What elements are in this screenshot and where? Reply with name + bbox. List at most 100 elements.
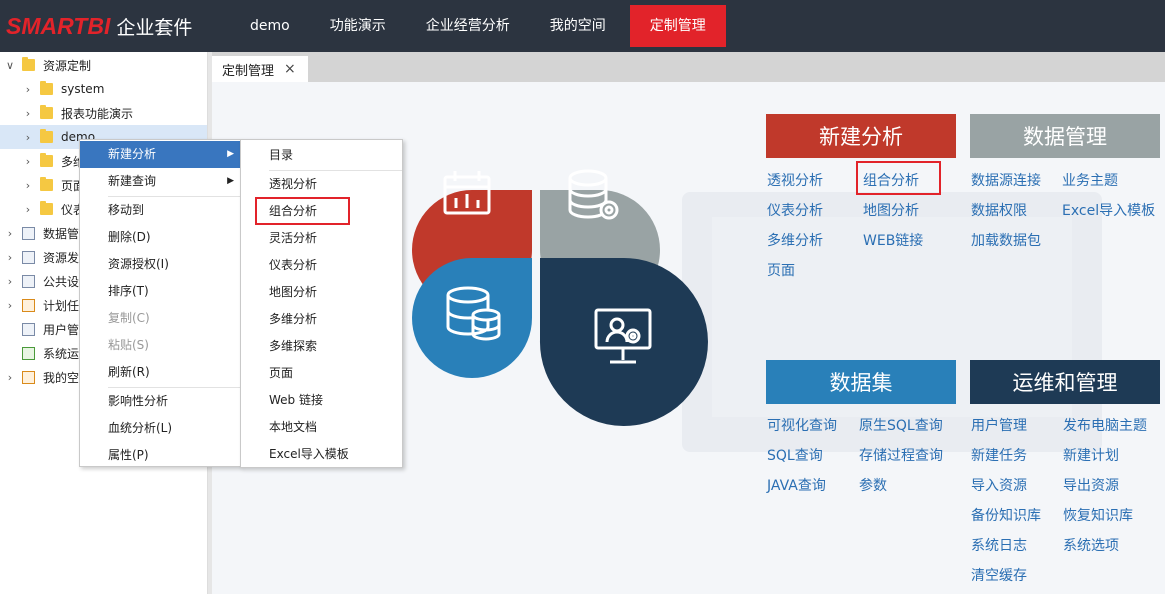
nav-custom-management[interactable]: 定制管理 — [629, 5, 726, 47]
highlight-box-combined-analysis — [856, 161, 941, 195]
menu-item-delete[interactable]: 删除(D) — [80, 224, 240, 251]
close-icon[interactable]: × — [284, 61, 296, 77]
submenu-item-map[interactable]: 地图分析 — [241, 279, 402, 306]
chevron-right-icon[interactable]: › — [22, 107, 34, 120]
link-business-theme[interactable]: 业务主题 — [1062, 170, 1118, 190]
submenu-item-local-document[interactable]: 本地文档 — [241, 414, 402, 441]
section-dataset-header[interactable]: 数据集 — [766, 360, 956, 404]
nav-demo[interactable]: demo — [230, 0, 310, 52]
brand-name: SMARTBI — [6, 13, 110, 40]
link-page[interactable]: 页面 — [767, 260, 795, 280]
menu-item-new-query[interactable]: 新建查询 ▶ — [80, 168, 240, 195]
chevron-down-icon[interactable]: ∨ — [4, 59, 16, 72]
submenu-arrow-icon: ▶ — [227, 149, 234, 159]
link-java-query[interactable]: JAVA查询 — [767, 475, 826, 495]
submenu-item-page[interactable]: 页面 — [241, 360, 402, 387]
chevron-right-icon[interactable]: › — [22, 179, 34, 192]
chevron-right-icon[interactable]: › — [22, 155, 34, 168]
link-pivot-analysis[interactable]: 透视分析 — [767, 170, 823, 190]
link-clear-cache[interactable]: 清空缓存 — [971, 565, 1027, 585]
menu-item-move-to[interactable]: 移动到 — [80, 197, 240, 224]
tree-node-root[interactable]: ∨ 资源定制 — [4, 53, 91, 77]
tree-node-scheduled-tasks[interactable]: › 计划任 — [4, 293, 79, 317]
submenu-item-flexible[interactable]: 灵活分析 — [241, 225, 402, 252]
section-data-management-header[interactable]: 数据管理 — [970, 114, 1160, 158]
tree-node-label: system — [61, 82, 105, 96]
chevron-right-icon[interactable]: › — [4, 251, 16, 264]
link-data-permission[interactable]: 数据权限 — [971, 200, 1027, 220]
submenu-new-analysis: 目录 透视分析 组合分析 灵活分析 仪表分析 地图分析 多维分析 多维探索 页面… — [240, 139, 403, 468]
tree-node-user-management[interactable]: 用户管 — [22, 317, 79, 341]
menu-item-sort[interactable]: 排序(T) — [80, 278, 240, 305]
tree-node-system[interactable]: › system — [22, 77, 104, 101]
chevron-right-icon[interactable]: › — [22, 131, 34, 144]
chevron-right-icon[interactable]: › — [22, 83, 34, 96]
submenu-item-multidim-explore[interactable]: 多维探索 — [241, 333, 402, 360]
submenu-item-dashboard[interactable]: 仪表分析 — [241, 252, 402, 279]
link-sql-query[interactable]: SQL查询 — [767, 445, 823, 465]
submenu-item-directory[interactable]: 目录 — [241, 142, 402, 169]
link-datasource-connection[interactable]: 数据源连接 — [971, 170, 1041, 190]
publish-icon — [22, 250, 35, 264]
tree-node-my-space[interactable]: › 我的空 — [4, 365, 79, 389]
link-restore-repository[interactable]: 恢复知识库 — [1063, 505, 1133, 525]
link-export-resource[interactable]: 导出资源 — [1063, 475, 1119, 495]
menu-item-resource-permission[interactable]: 资源授权(I) — [80, 251, 240, 278]
tree-node-dashboard[interactable]: › 仪表 — [22, 197, 85, 221]
link-parameter[interactable]: 参数 — [859, 475, 887, 495]
section-new-analysis-header[interactable]: 新建分析 — [766, 114, 956, 158]
link-system-log[interactable]: 系统日志 — [971, 535, 1027, 555]
tree-node-label: 公共设 — [43, 274, 80, 289]
chevron-right-icon[interactable]: › — [4, 371, 16, 384]
submenu-arrow-icon: ▶ — [227, 176, 234, 186]
link-backup-repository[interactable]: 备份知识库 — [971, 505, 1041, 525]
menu-item-lineage-analysis[interactable]: 血统分析(L) — [80, 415, 240, 442]
menu-item-refresh[interactable]: 刷新(R) — [80, 359, 240, 386]
menu-item-impact-analysis[interactable]: 影响性分析 — [80, 388, 240, 415]
tree-node-multidim[interactable]: › 多维 — [22, 149, 85, 173]
tree-node-report-demo[interactable]: › 报表功能演示 — [22, 101, 133, 125]
link-new-plan[interactable]: 新建计划 — [1063, 445, 1119, 465]
context-menu: 新建分析 ▶ 新建查询 ▶ 移动到 删除(D) 资源授权(I) 排序(T) 复制… — [79, 139, 241, 467]
tree-node-system-ops[interactable]: 系统运 — [22, 341, 79, 365]
menu-item-paste: 粘贴(S) — [108, 338, 149, 352]
chevron-right-icon[interactable]: › — [22, 203, 34, 216]
petal-ops — [539, 257, 708, 426]
link-system-options[interactable]: 系统选项 — [1063, 535, 1119, 555]
tree-node-public-settings[interactable]: › 公共设 — [4, 269, 79, 293]
menu-item-new-analysis[interactable]: 新建分析 ▶ — [80, 141, 240, 168]
folder-icon — [22, 57, 35, 71]
tree-node-resource-publish[interactable]: › 资源发 — [4, 245, 79, 269]
link-stored-procedure-query[interactable]: 存储过程查询 — [859, 445, 943, 465]
settings-icon — [22, 274, 35, 288]
tree-node-page[interactable]: › 页面 — [22, 173, 85, 197]
nav-my-space[interactable]: 我的空间 — [530, 0, 626, 52]
link-excel-import-template[interactable]: Excel导入模板 — [1062, 200, 1155, 220]
submenu-item-web-link[interactable]: Web 链接 — [241, 387, 402, 414]
chevron-right-icon[interactable]: › — [4, 227, 16, 240]
link-map-analysis[interactable]: 地图分析 — [863, 200, 919, 220]
link-new-task[interactable]: 新建任务 — [971, 445, 1027, 465]
section-ops-header[interactable]: 运维和管理 — [970, 360, 1160, 404]
link-web-link[interactable]: WEB链接 — [863, 230, 923, 250]
tab-label: 定制管理 — [222, 63, 275, 79]
tab-custom-management[interactable]: 定制管理 × — [212, 56, 308, 82]
link-native-sql-query[interactable]: 原生SQL查询 — [859, 415, 943, 435]
link-dashboard-analysis[interactable]: 仪表分析 — [767, 200, 823, 220]
nav-feature-demo[interactable]: 功能演示 — [310, 0, 406, 52]
nav-business-analysis[interactable]: 企业经营分析 — [406, 0, 530, 52]
link-user-management[interactable]: 用户管理 — [971, 415, 1027, 435]
submenu-item-multidim[interactable]: 多维分析 — [241, 306, 402, 333]
tree-node-data-management[interactable]: › 数据管理 — [4, 221, 91, 245]
chevron-right-icon[interactable]: › — [4, 275, 16, 288]
submenu-item-excel-template[interactable]: Excel导入模板 — [241, 441, 402, 468]
link-visual-query[interactable]: 可视化查询 — [767, 415, 837, 435]
link-publish-theme[interactable]: 发布电脑主题 — [1063, 415, 1147, 435]
menu-item-properties[interactable]: 属性(P) — [80, 442, 240, 469]
link-load-data-package[interactable]: 加载数据包 — [971, 230, 1041, 250]
link-multidim-analysis[interactable]: 多维分析 — [767, 230, 823, 250]
chevron-right-icon[interactable]: › — [4, 299, 16, 312]
submenu-item-pivot[interactable]: 透视分析 — [241, 171, 402, 198]
link-import-resource[interactable]: 导入资源 — [971, 475, 1027, 495]
tree-node-label: 资源发 — [43, 250, 80, 265]
